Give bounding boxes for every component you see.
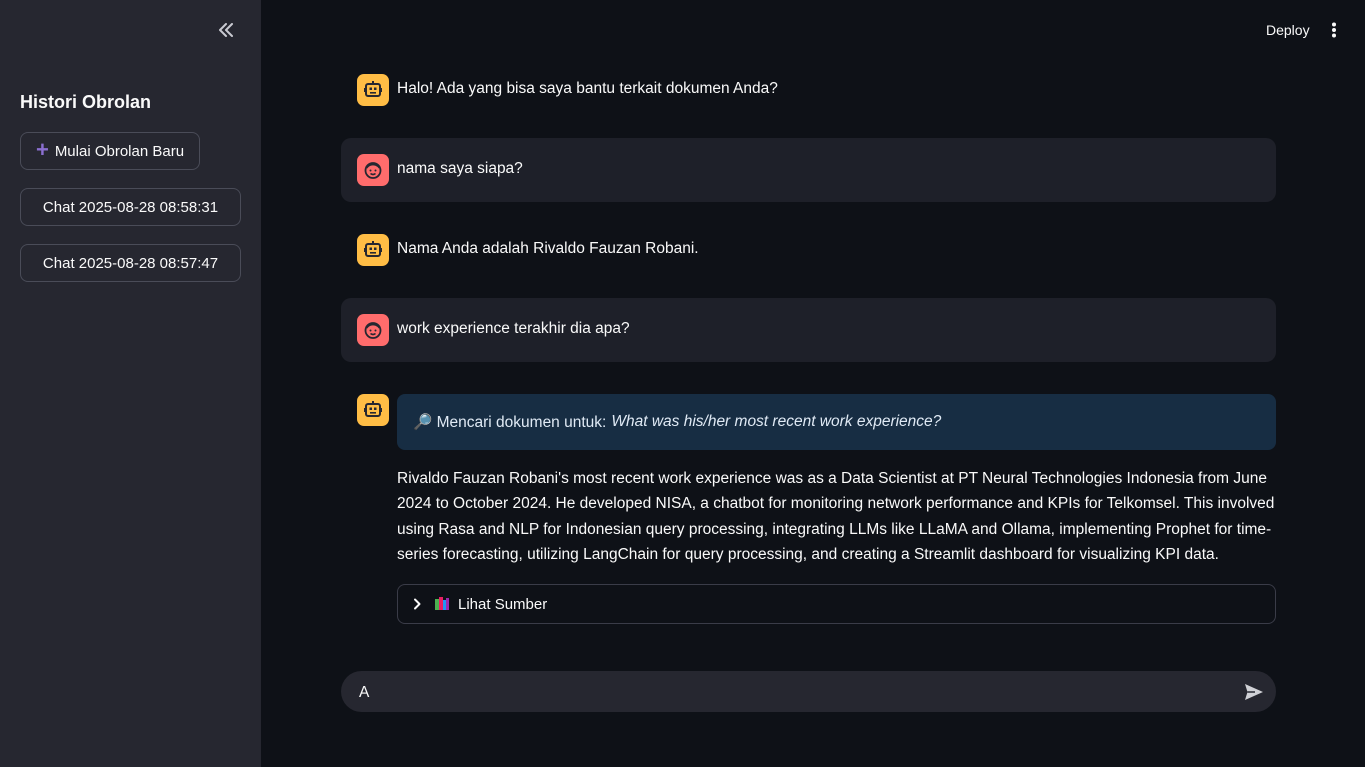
chat-message-assistant: Nama Anda adalah Rivaldo Fauzan Robani. (341, 218, 1276, 282)
history-chat-button[interactable]: Chat 2025-08-28 08:58:31 (20, 188, 241, 226)
info-prefix: 🔎 Mencari dokumen untuk: (413, 413, 607, 431)
chat-input-container (341, 671, 1276, 714)
chevron-right-icon (412, 598, 422, 610)
bot-avatar (357, 234, 389, 266)
send-button[interactable] (1243, 681, 1265, 703)
robot-icon (364, 401, 382, 417)
user-face-icon (364, 162, 382, 179)
collapse-sidebar-button[interactable] (214, 18, 238, 42)
bot-avatar (357, 74, 389, 106)
history-chat-label: Chat 2025-08-28 08:57:47 (42, 254, 219, 272)
chat-input[interactable] (357, 671, 1221, 714)
robot-icon (364, 241, 382, 257)
chat-message-assistant: Halo! Ada yang bisa saya bantu terkait d… (341, 58, 1276, 122)
sidebar-title: Histori Obrolan (20, 92, 152, 112)
robot-icon (364, 81, 382, 97)
bot-avatar (357, 394, 389, 426)
send-icon (1245, 684, 1263, 700)
user-face-icon (364, 322, 382, 339)
message-text: Nama Anda adalah Rivaldo Fauzan Robani. (397, 240, 699, 257)
deploy-button[interactable]: Deploy (1258, 18, 1318, 42)
chat-message-user: nama saya siapa? (341, 138, 1276, 202)
history-chat-label: Chat 2025-08-28 08:58:31 (42, 198, 219, 216)
sources-expander[interactable]: Lihat Sumber (397, 584, 1276, 624)
sidebar: Histori Obrolan + Mulai Obrolan Baru Cha… (0, 0, 261, 767)
vertical-dots-icon (1332, 22, 1336, 38)
user-avatar (357, 154, 389, 186)
plus-icon: + (35, 137, 49, 162)
info-query: What was his/her most recent work experi… (611, 413, 942, 430)
new-chat-button[interactable]: + Mulai Obrolan Baru (20, 132, 200, 170)
main-menu-button[interactable] (1322, 18, 1346, 42)
message-text: nama saya siapa? (397, 160, 523, 177)
assistant-answer-text: Rivaldo Fauzan Robani's most recent work… (397, 470, 1275, 563)
message-text: Halo! Ada yang bisa saya bantu terkait d… (397, 80, 778, 97)
chat-message-user: work experience terakhir dia apa? (341, 298, 1276, 362)
books-icon (434, 596, 450, 612)
deploy-label: Deploy (1266, 22, 1310, 38)
user-avatar (357, 314, 389, 346)
double-chevron-left-icon (219, 23, 233, 37)
expander-label: Lihat Sumber (458, 595, 548, 613)
search-info-box: 🔎 Mencari dokumen untuk: What was his/he… (397, 394, 1276, 450)
message-text: work experience terakhir dia apa? (397, 320, 630, 337)
history-chat-button[interactable]: Chat 2025-08-28 08:57:47 (20, 244, 241, 282)
new-chat-label: Mulai Obrolan Baru (54, 142, 185, 160)
